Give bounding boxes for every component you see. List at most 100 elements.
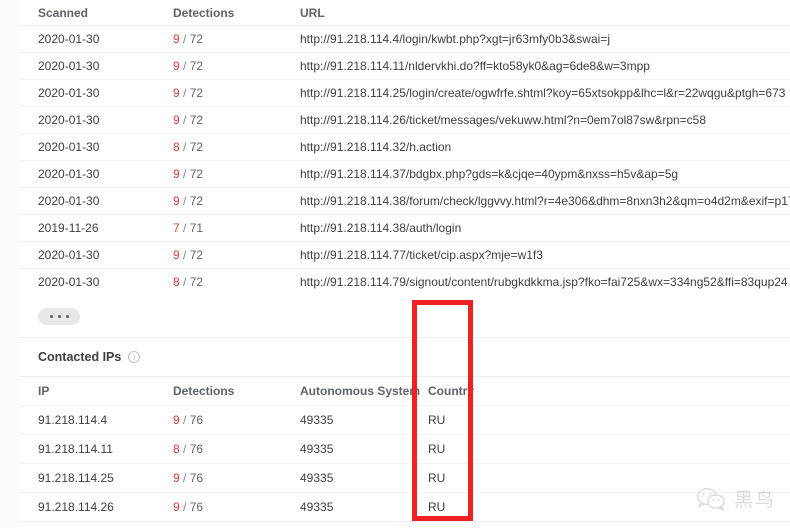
cell-scanned: 2020-01-30 — [20, 268, 173, 295]
cell-country: RU — [428, 521, 790, 528]
table-row[interactable]: 2020-01-30 9 / 72 http://91.218.114.4/logi… — [20, 25, 790, 53]
table-row[interactable]: 2020-01-30 9 / 72 http://91.218.114.11/nld… — [20, 52, 790, 80]
detections-separator: / — [179, 442, 190, 456]
column-header-autonomous-system[interactable]: Autonomous System — [300, 377, 428, 406]
cell-url[interactable]: http://91.218.114.11/nldervkhi.do?ff=kto… — [300, 52, 790, 80]
urls-table: Scanned Detections URL 2020-01-30 9 / 72 h… — [20, 0, 790, 295]
cell-detections: 9 / 72 — [173, 106, 300, 134]
cell-url[interactable]: http://91.218.114.26/ticket/messages/vek… — [300, 106, 790, 134]
cell-detections: 9 / 72 — [173, 160, 300, 188]
cell-country: RU — [428, 434, 790, 464]
detections-positive: 9 — [173, 167, 180, 181]
detections-separator: / — [179, 113, 190, 127]
cell-url[interactable]: http://91.218.114.25/login/create/ogwfrf… — [300, 79, 790, 107]
detections-total: 72 — [189, 32, 204, 46]
detections-positive: 8 — [173, 140, 180, 154]
cell-scanned: 2020-01-30 — [20, 52, 173, 80]
detections-separator: / — [179, 86, 190, 100]
column-header-url[interactable]: URL — [300, 0, 790, 26]
cell-scanned: 2019-11-26 — [20, 214, 173, 242]
detections-separator: / — [179, 167, 190, 181]
detections-positive: 9 — [173, 113, 180, 127]
cell-autonomous-system[interactable]: 49335 — [300, 463, 428, 493]
column-header-detections[interactable]: Detections — [173, 377, 300, 406]
contacted-ips-table: IP Detections Autonomous System Country … — [20, 377, 790, 528]
detections-positive: 9 — [173, 413, 180, 427]
detections-positive: 8 — [173, 442, 180, 456]
table-row[interactable]: 91.218.114.26 9 / 76 49335 RU — [20, 492, 790, 522]
cell-scanned: 2020-01-30 — [20, 106, 173, 134]
report-card: Scanned Detections URL 2020-01-30 9 / 72 h… — [20, 0, 790, 528]
detections-total: 72 — [189, 86, 204, 100]
cell-autonomous-system[interactable]: 49335 — [300, 405, 428, 435]
detections-total: 76 — [189, 500, 204, 514]
cell-detections: 9 / 72 — [173, 241, 300, 269]
column-header-scanned[interactable]: Scanned — [20, 0, 173, 26]
detections-separator: / — [179, 471, 190, 485]
cell-url[interactable]: http://91.218.114.77/ticket/cip.aspx?mje… — [300, 241, 790, 269]
table-row[interactable]: 2019-11-26 7 / 71 http://91.218.114.38/aut… — [20, 214, 790, 242]
detections-separator: / — [179, 275, 190, 289]
cell-country: RU — [428, 405, 790, 435]
cell-ip[interactable]: 91.218.114.26 — [20, 492, 173, 522]
cell-ip[interactable]: 91.218.114.11 — [20, 434, 173, 464]
table-row[interactable]: 91.218.114.328 / 7649335RU — [20, 521, 790, 528]
cell-autonomous-system[interactable]: 49335 — [300, 434, 428, 464]
cell-ip[interactable]: 91.218.114.32 — [20, 521, 173, 528]
table-row[interactable]: 91.218.114.4 9 / 76 49335 RU — [20, 405, 790, 435]
column-header-detections[interactable]: Detections — [173, 0, 300, 26]
dot-icon — [49, 315, 53, 318]
cell-scanned: 2020-01-30 — [20, 241, 173, 269]
table-row[interactable]: 2020-01-30 9 / 72 http://91.218.114.37/bdg… — [20, 160, 790, 188]
cell-url[interactable]: http://91.218.114.38/forum/check/lggvvy.… — [300, 187, 790, 215]
cell-url[interactable]: http://91.218.114.37/bdgbx.php?gds=k&cjq… — [300, 160, 790, 188]
cell-detections: 9 / 72 — [173, 187, 300, 215]
info-icon[interactable]: i — [128, 351, 141, 363]
detections-separator: / — [179, 194, 190, 208]
table-row[interactable]: 2020-01-30 9 / 72 http://91.218.114.77/tic… — [20, 241, 790, 269]
detections-positive: 9 — [173, 59, 180, 73]
cell-autonomous-system[interactable]: 49335 — [300, 521, 428, 528]
cell-scanned: 2020-01-30 — [20, 133, 173, 161]
cell-autonomous-system[interactable]: 49335 — [300, 492, 428, 522]
cell-detections: 9 / 76 — [173, 405, 300, 435]
detections-positive: 8 — [173, 275, 180, 289]
table-header-row: Scanned Detections URL — [20, 0, 790, 26]
detections-positive: 9 — [173, 32, 180, 46]
table-row[interactable]: 2020-01-30 9 / 72 http://91.218.114.25/log… — [20, 79, 790, 107]
cell-detections: 7 / 71 — [173, 214, 300, 242]
table-row[interactable]: 2020-01-30 9 / 72 http://91.218.114.38/for… — [20, 187, 790, 215]
detections-separator: / — [179, 140, 190, 154]
cell-detections: 9 / 76 — [173, 492, 300, 522]
urls-section: Scanned Detections URL 2020-01-30 9 / 72 h… — [20, 0, 790, 295]
table-header-row: IP Detections Autonomous System Country — [20, 377, 790, 406]
detections-positive: 9 — [173, 471, 180, 485]
cell-url[interactable]: http://91.218.114.4/login/kwbt.php?xgt=j… — [300, 25, 790, 53]
table-row[interactable]: 2020-01-30 9 / 72 http://91.218.114.26/tic… — [20, 106, 790, 134]
cell-detections: 8 / 72 — [173, 133, 300, 161]
table-row[interactable]: 2020-01-30 8 / 72 http://91.218.114.79/sig… — [20, 268, 790, 295]
cell-detections: 8 / 76 — [173, 434, 300, 464]
cell-url[interactable]: http://91.218.114.79/signout/content/rub… — [300, 268, 790, 295]
detections-total: 72 — [189, 248, 204, 262]
wechat-icon — [696, 487, 725, 511]
column-header-country[interactable]: Country — [428, 377, 790, 406]
detections-separator: / — [179, 413, 190, 427]
cell-url[interactable]: http://91.218.114.38/auth/login — [300, 214, 790, 242]
show-more-button[interactable] — [38, 308, 80, 325]
cell-ip[interactable]: 91.218.114.25 — [20, 463, 173, 493]
column-header-ip[interactable]: IP — [20, 377, 173, 406]
cell-detections: 9 / 72 — [173, 79, 300, 107]
cell-url[interactable]: http://91.218.114.32/h.action — [300, 133, 790, 161]
cell-ip[interactable]: 91.218.114.4 — [20, 405, 173, 435]
contacted-ips-header: Contacted IPs i — [20, 338, 790, 376]
table-row[interactable]: 91.218.114.25 9 / 76 49335 RU — [20, 463, 790, 493]
contacted-ips-table-body: 91.218.114.4 9 / 76 49335 RU 91.218.114.11 8 … — [20, 405, 790, 528]
detections-total: 76 — [189, 442, 204, 456]
detections-positive: 9 — [173, 500, 180, 514]
table-row[interactable]: 2020-01-30 8 / 72 http://91.218.114.32/h.a… — [20, 133, 790, 161]
cell-detections: 9 / 72 — [173, 52, 300, 80]
detections-total: 76 — [189, 471, 204, 485]
detections-total: 72 — [189, 140, 204, 154]
table-row[interactable]: 91.218.114.11 8 / 76 49335 RU — [20, 434, 790, 464]
